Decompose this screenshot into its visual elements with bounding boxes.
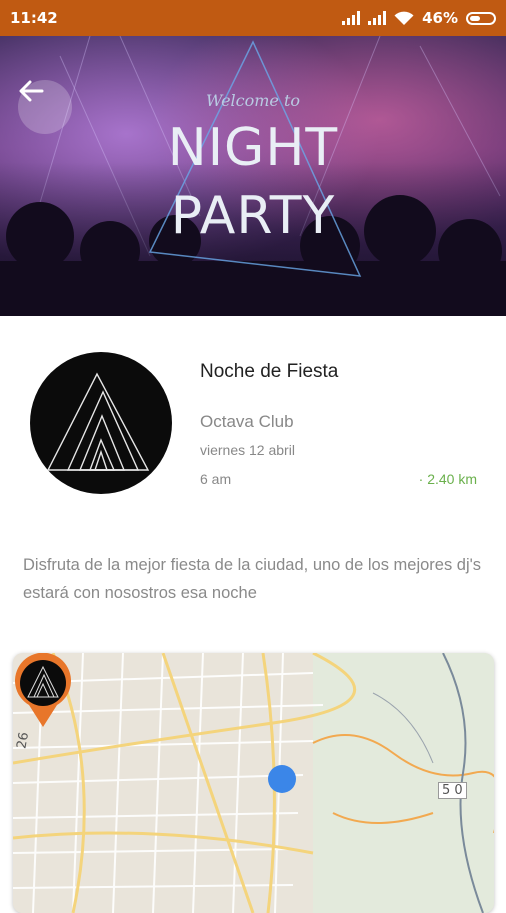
signal-icon — [368, 11, 387, 25]
signal-icon — [342, 11, 361, 25]
event-title: Noche de Fiesta — [200, 361, 339, 382]
event-date: viernes 12 abril — [200, 442, 295, 458]
status-bar: 11:42 46% — [0, 0, 506, 36]
status-icons: 46% — [342, 9, 496, 27]
current-location-icon[interactable] — [268, 765, 296, 793]
triangles-logo-icon — [46, 372, 150, 471]
battery-icon — [466, 11, 496, 25]
banner-title-line2: PARTY — [170, 186, 336, 246]
event-time: 6 am — [200, 471, 232, 487]
map-road-label: 5 0 — [438, 782, 467, 799]
event-banner: Welcome to NIGHT PARTY — [0, 36, 506, 316]
banner-title-line1: NIGHT — [167, 118, 339, 178]
event-description: Disfruta de la mejor fiesta de la ciudad… — [23, 556, 482, 602]
map-pin-icon[interactable] — [13, 653, 73, 729]
venue-logo — [30, 352, 172, 494]
event-venue: Octava Club — [200, 412, 294, 431]
event-map[interactable]: 26 5 0 — [13, 653, 494, 913]
map-roads — [13, 653, 494, 913]
banner-welcome-text: Welcome to — [205, 91, 301, 110]
wifi-icon — [394, 11, 414, 25]
battery-percent: 46% — [422, 9, 458, 27]
event-distance: · 2.40 km — [418, 471, 477, 487]
map-road-label: 26 — [14, 731, 33, 750]
status-time: 11:42 — [10, 9, 58, 27]
